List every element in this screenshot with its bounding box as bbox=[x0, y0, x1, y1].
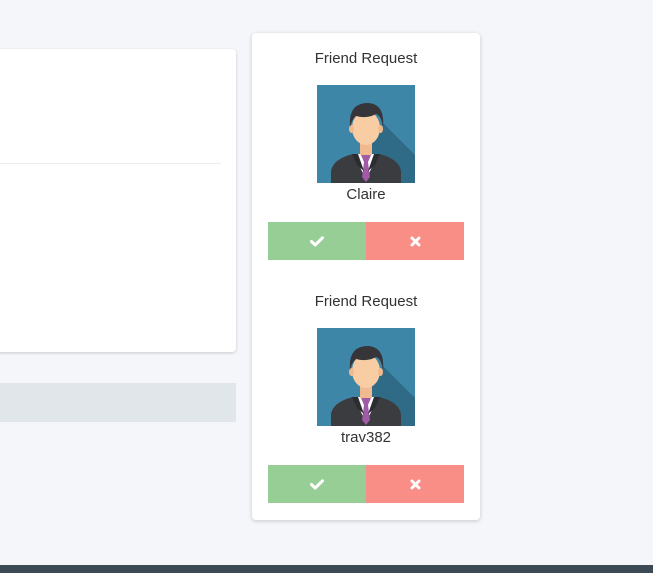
accept-request-button[interactable] bbox=[268, 222, 366, 260]
friend-request-title: Friend Request bbox=[314, 50, 418, 67]
friend-request-name: Claire bbox=[346, 186, 386, 203]
check-icon bbox=[310, 235, 324, 247]
divider bbox=[0, 163, 221, 164]
check-icon bbox=[310, 478, 324, 490]
accept-request-button[interactable] bbox=[268, 465, 366, 503]
friend-requests-card: Friend Request Claire Friend Request tra… bbox=[252, 33, 480, 520]
x-icon bbox=[410, 479, 421, 490]
left-panel-card bbox=[0, 49, 236, 352]
user-avatar-icon bbox=[317, 85, 415, 183]
friend-request-title: Friend Request bbox=[314, 293, 418, 310]
footer-bar bbox=[0, 565, 653, 573]
x-icon bbox=[410, 236, 421, 247]
decline-request-button[interactable] bbox=[366, 222, 464, 260]
friend-request-name: trav382 bbox=[340, 429, 392, 446]
decline-request-button[interactable] bbox=[366, 465, 464, 503]
left-panel-bar bbox=[0, 383, 236, 422]
user-avatar-icon bbox=[317, 328, 415, 426]
